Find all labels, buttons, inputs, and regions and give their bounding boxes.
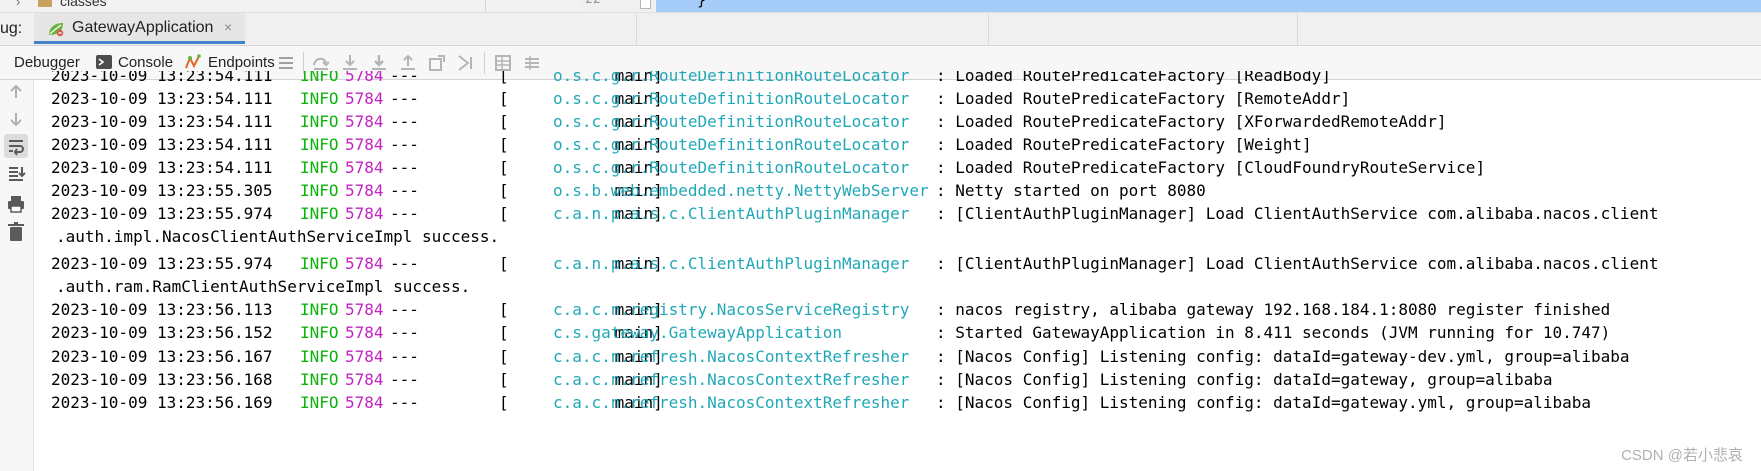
tab-console[interactable]: Console xyxy=(96,52,173,72)
log-message: : [ClientAuthPluginManager] Load ClientA… xyxy=(936,254,1659,273)
tree-folder-label[interactable]: classes xyxy=(60,0,107,9)
step-over-icon[interactable] xyxy=(311,53,331,73)
debug-tool-window-title: ug: xyxy=(0,20,23,37)
log-message-continuation: .auth.impl.NacosClientAuthServiceImpl su… xyxy=(56,227,500,246)
console-output[interactable]: 2023-10-09 13:23:54.111 INFO 5784 --- [ … xyxy=(34,71,1761,471)
log-pid: 5784 xyxy=(345,323,384,342)
log-message: : Started GatewayApplication in 8.411 se… xyxy=(936,323,1611,342)
log-line: 2023-10-09 13:23:56.152 INFO 5784 --- [ … xyxy=(34,320,1610,346)
log-message: : [ClientAuthPluginManager] Load ClientA… xyxy=(936,204,1659,223)
endpoints-icon xyxy=(185,54,201,69)
debug-tab-bar: ug: GatewayApplication × xyxy=(0,13,1761,46)
tree-expand-chevron-icon[interactable]: › xyxy=(16,0,20,9)
debugger-label: Debugger xyxy=(14,53,80,71)
close-tab-icon[interactable]: × xyxy=(224,19,232,35)
panel-divider xyxy=(485,0,486,12)
log-level: INFO xyxy=(300,323,339,342)
log-separator: --- xyxy=(390,323,419,342)
tab-bar-divider xyxy=(636,13,637,45)
editor-line-number: 22 xyxy=(585,0,601,7)
run-to-cursor-icon[interactable] xyxy=(456,53,476,73)
menu-icon[interactable] xyxy=(276,53,296,73)
print-icon[interactable] xyxy=(4,192,28,216)
log-level: INFO xyxy=(300,393,339,412)
log-pid: 5784 xyxy=(345,393,384,412)
fold-marker-icon[interactable] xyxy=(640,0,651,9)
step-into-icon[interactable] xyxy=(340,53,360,73)
soft-wrap-icon[interactable] xyxy=(4,134,28,158)
up-arrow-icon[interactable] xyxy=(4,80,28,104)
folder-icon xyxy=(38,0,52,7)
log-separator: --- xyxy=(390,393,419,412)
tab-bar-divider xyxy=(1297,13,1298,45)
trace-icon[interactable] xyxy=(522,53,542,73)
log-logger-link[interactable]: c.a.n.p.a.s.c.ClientAuthPluginManager xyxy=(553,251,909,277)
editor-current-line[interactable] xyxy=(656,0,1761,12)
step-out-icon[interactable] xyxy=(398,53,418,73)
evaluate-expression-icon[interactable] xyxy=(493,53,513,73)
tab-bar-divider xyxy=(988,13,989,45)
console-icon xyxy=(96,55,112,69)
force-step-into-icon[interactable] xyxy=(369,53,389,73)
scroll-to-end-icon[interactable] xyxy=(4,162,28,186)
console-label: Console xyxy=(118,53,174,71)
log-message: : [Nacos Config] Listening config: dataI… xyxy=(936,393,1592,412)
tab-endpoints[interactable]: Endpoints xyxy=(184,52,275,72)
spring-boot-icon xyxy=(49,23,64,37)
console-side-toolbar xyxy=(0,80,34,471)
editor-strip: › classes 22 } xyxy=(0,0,1761,13)
endpoints-label: Endpoints xyxy=(208,53,275,71)
down-arrow-icon[interactable] xyxy=(4,107,28,131)
tab-label: GatewayApplication xyxy=(72,19,214,36)
tab-gateway-application[interactable]: GatewayApplication × xyxy=(34,13,245,44)
drop-frame-icon[interactable] xyxy=(427,53,447,73)
log-logger-link[interactable]: c.s.gateway.GatewayApplication xyxy=(553,320,842,346)
log-logger-link[interactable]: c.a.c.n.refresh.NacosContextRefresher xyxy=(553,390,909,416)
log-line-continuation: .auth.impl.NacosClientAuthServiceImpl su… xyxy=(34,224,499,250)
log-line: 2023-10-09 13:23:56.169 INFO 5784 --- [ … xyxy=(34,390,1591,416)
log-logger-link[interactable]: c.a.n.p.a.s.c.ClientAuthPluginManager xyxy=(553,201,909,227)
tab-debugger[interactable]: Debugger xyxy=(14,52,80,72)
clear-all-icon[interactable] xyxy=(4,220,28,244)
log-timestamp: 2023-10-09 13:23:56.152 xyxy=(51,323,273,342)
watermark-text: CSDN @若小悲哀 xyxy=(1621,447,1743,464)
log-timestamp: 2023-10-09 13:23:56.169 xyxy=(51,393,273,412)
editor-code-text: } xyxy=(697,0,707,9)
